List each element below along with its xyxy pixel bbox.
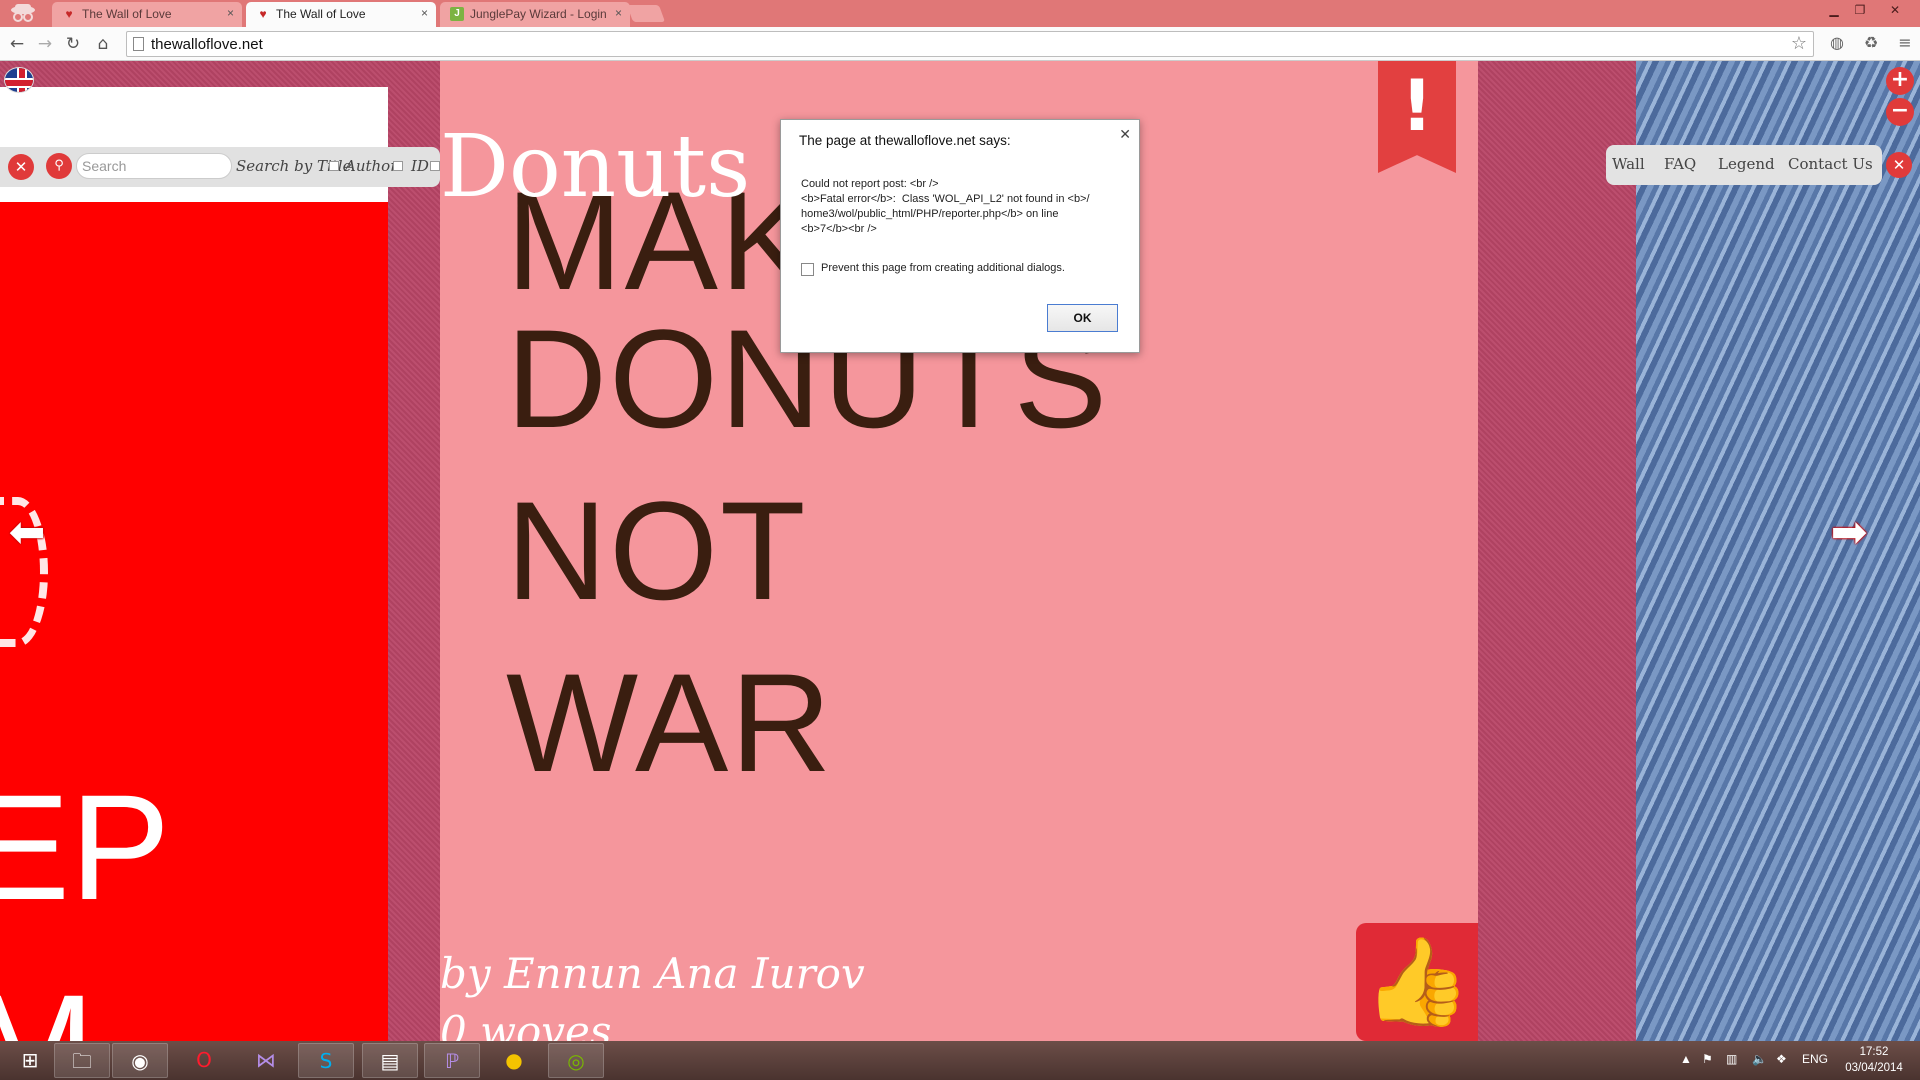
ocean-background xyxy=(1636,61,1920,1041)
dialog-message: Could not report post: <br /> <b>Fatal e… xyxy=(801,178,1090,235)
tab-title: The Wall of Love xyxy=(276,7,366,21)
search-by-author-label: Author xyxy=(345,157,398,175)
search-by-id-label: ID xyxy=(411,157,429,175)
menu-item-wall[interactable]: Wall xyxy=(1612,155,1645,173)
wove-button[interactable]: 👍 xyxy=(1356,923,1478,1041)
incognito-icon xyxy=(11,4,35,22)
back-arrow-icon[interactable]: ← xyxy=(6,33,28,55)
extension-recycle-icon[interactable]: ♻ xyxy=(1860,32,1882,54)
heart-icon: ♥ xyxy=(259,7,267,21)
alert-dialog: The page at thewalloflove.net says: ✕ Co… xyxy=(780,119,1140,353)
close-search-icon[interactable]: ✕ xyxy=(8,154,34,180)
dropbox-icon[interactable]: ❖ xyxy=(1776,1052,1787,1066)
fabric-background-right xyxy=(1478,61,1636,1041)
page-icon xyxy=(133,37,144,51)
duck-app-icon[interactable]: ● xyxy=(486,1043,542,1078)
zoom-in-icon[interactable]: + xyxy=(1886,67,1914,95)
search-by-author-checkbox[interactable] xyxy=(393,161,403,171)
site-menu: Wall FAQ Legend Contact Us xyxy=(1606,145,1882,185)
window-close-icon[interactable]: ✕ xyxy=(1876,1,1914,19)
next-arrow-icon[interactable]: ➡ xyxy=(1822,511,1876,555)
chrome-menu-icon[interactable]: ≡ xyxy=(1894,32,1916,54)
file-explorer-icon[interactable]: 🗀 xyxy=(54,1043,110,1078)
prevent-dialogs-checkbox[interactable] xyxy=(801,263,814,276)
dialog-ok-button[interactable]: OK xyxy=(1047,304,1118,332)
tab-close-icon[interactable]: × xyxy=(421,6,428,20)
notepad-icon[interactable]: ▤ xyxy=(362,1043,418,1078)
dialog-close-icon[interactable]: ✕ xyxy=(1119,126,1131,143)
bookmark-star-icon[interactable]: ☆ xyxy=(1791,33,1807,54)
exclamation-icon: ! xyxy=(1401,65,1433,147)
address-bar[interactable]: thewalloflove.net ☆ xyxy=(126,31,1814,57)
visual-studio-icon[interactable]: ⋈ xyxy=(238,1043,294,1078)
minimize-icon[interactable]: ▁ xyxy=(1822,1,1846,19)
dialog-title: The page at thewalloflove.net says: xyxy=(799,133,1011,148)
tab-close-icon[interactable]: × xyxy=(227,6,234,20)
tab-wall-of-love-2[interactable]: ♥ The Wall of Love × xyxy=(246,2,436,27)
windows-start-icon[interactable]: ⊞ xyxy=(2,1043,58,1078)
previous-arrow-icon[interactable]: ⬅ xyxy=(0,511,54,555)
menu-item-legend[interactable]: Legend xyxy=(1718,155,1775,173)
post-author[interactable]: by Ennun Ana Iurov xyxy=(440,949,865,998)
language-flag-icon[interactable] xyxy=(4,67,34,93)
menu-item-contact-us[interactable]: Contact Us xyxy=(1788,155,1873,173)
previous-post-text-line: M xyxy=(0,972,95,1041)
zoom-out-icon[interactable]: − xyxy=(1886,98,1914,126)
opera-icon[interactable]: O xyxy=(176,1043,232,1078)
menu-item-faq[interactable]: FAQ xyxy=(1664,155,1696,173)
phpstorm-icon[interactable]: ℙ xyxy=(424,1043,480,1078)
reload-icon[interactable]: ↻ xyxy=(62,33,84,55)
post-wove-count: 0 woves xyxy=(440,1007,612,1041)
skype-icon[interactable]: S xyxy=(298,1043,354,1078)
tab-close-icon[interactable]: × xyxy=(615,6,622,20)
windows-taskbar: ⊞ 🗀 ◉ O ⋈ S ▤ ℙ ● ◎ ▲ ⚑ ▥ 🔈 ❖ ENG 17:52 … xyxy=(0,1041,1920,1080)
search-by-title-checkbox[interactable] xyxy=(329,161,339,171)
search-icon[interactable]: ⚲ xyxy=(46,153,72,179)
search-by-id-checkbox[interactable] xyxy=(430,161,440,171)
search-input[interactable] xyxy=(76,153,232,179)
search-panel: ✕ ⚲ Search by Title Author ID xyxy=(0,147,440,187)
heart-icon: ♥ xyxy=(65,7,73,21)
restore-icon[interactable]: ❐ xyxy=(1848,1,1872,19)
clock-date: 03/04/2014 xyxy=(1845,1062,1903,1074)
network-icon[interactable]: ▥ xyxy=(1726,1052,1737,1066)
extension-globe-icon[interactable]: ◍ xyxy=(1826,32,1848,54)
post-image-text-line: WAR xyxy=(506,644,834,801)
system-clock[interactable]: 17:52 03/04/2014 xyxy=(1838,1044,1910,1076)
browser-toolbar: ← → ↻ ⌂ thewalloflove.net ☆ ◍ ♻ ≡ xyxy=(0,27,1920,61)
forward-arrow-icon[interactable]: → xyxy=(34,33,56,55)
previous-post-card[interactable]: EP M xyxy=(0,87,388,1041)
show-hidden-icons-icon[interactable]: ▲ xyxy=(1680,1052,1692,1066)
volume-icon[interactable]: 🔈 xyxy=(1752,1052,1767,1066)
tab-title: JunglePay Wizard - Login xyxy=(470,7,607,21)
home-icon[interactable]: ⌂ xyxy=(92,33,114,55)
prevent-dialogs-label[interactable]: Prevent this page from creating addition… xyxy=(821,262,1065,274)
chrome-icon[interactable]: ◉ xyxy=(112,1043,168,1078)
web-page: EP M ✕ ⚲ Search by Title Author ID MAKE … xyxy=(0,61,1920,1041)
post-image-text-line: NOT xyxy=(506,472,808,629)
browser-tab-strip: ♥ The Wall of Love × ♥ The Wall of Love … xyxy=(0,0,1920,27)
language-indicator[interactable]: ENG xyxy=(1802,1052,1828,1066)
thumbs-up-icon: 👍 xyxy=(1363,932,1471,1032)
tab-title: The Wall of Love xyxy=(82,7,172,21)
tab-wall-of-love-1[interactable]: ♥ The Wall of Love × xyxy=(52,2,242,27)
new-tab-button[interactable] xyxy=(626,5,666,22)
previous-post-text-line: EP xyxy=(0,763,171,931)
previous-post-image: EP M xyxy=(0,202,388,1041)
junglepay-icon: J xyxy=(450,7,464,21)
tab-junglepay[interactable]: J JunglePay Wizard - Login × xyxy=(440,2,630,27)
close-menu-icon[interactable]: ✕ xyxy=(1886,152,1912,178)
action-center-flag-icon[interactable]: ⚑ xyxy=(1702,1052,1713,1066)
address-url[interactable]: thewalloflove.net xyxy=(151,36,263,53)
clock-time: 17:52 xyxy=(1859,1046,1889,1058)
post-title: Donuts xyxy=(440,117,751,217)
spotify-icon[interactable]: ◎ xyxy=(548,1043,604,1078)
